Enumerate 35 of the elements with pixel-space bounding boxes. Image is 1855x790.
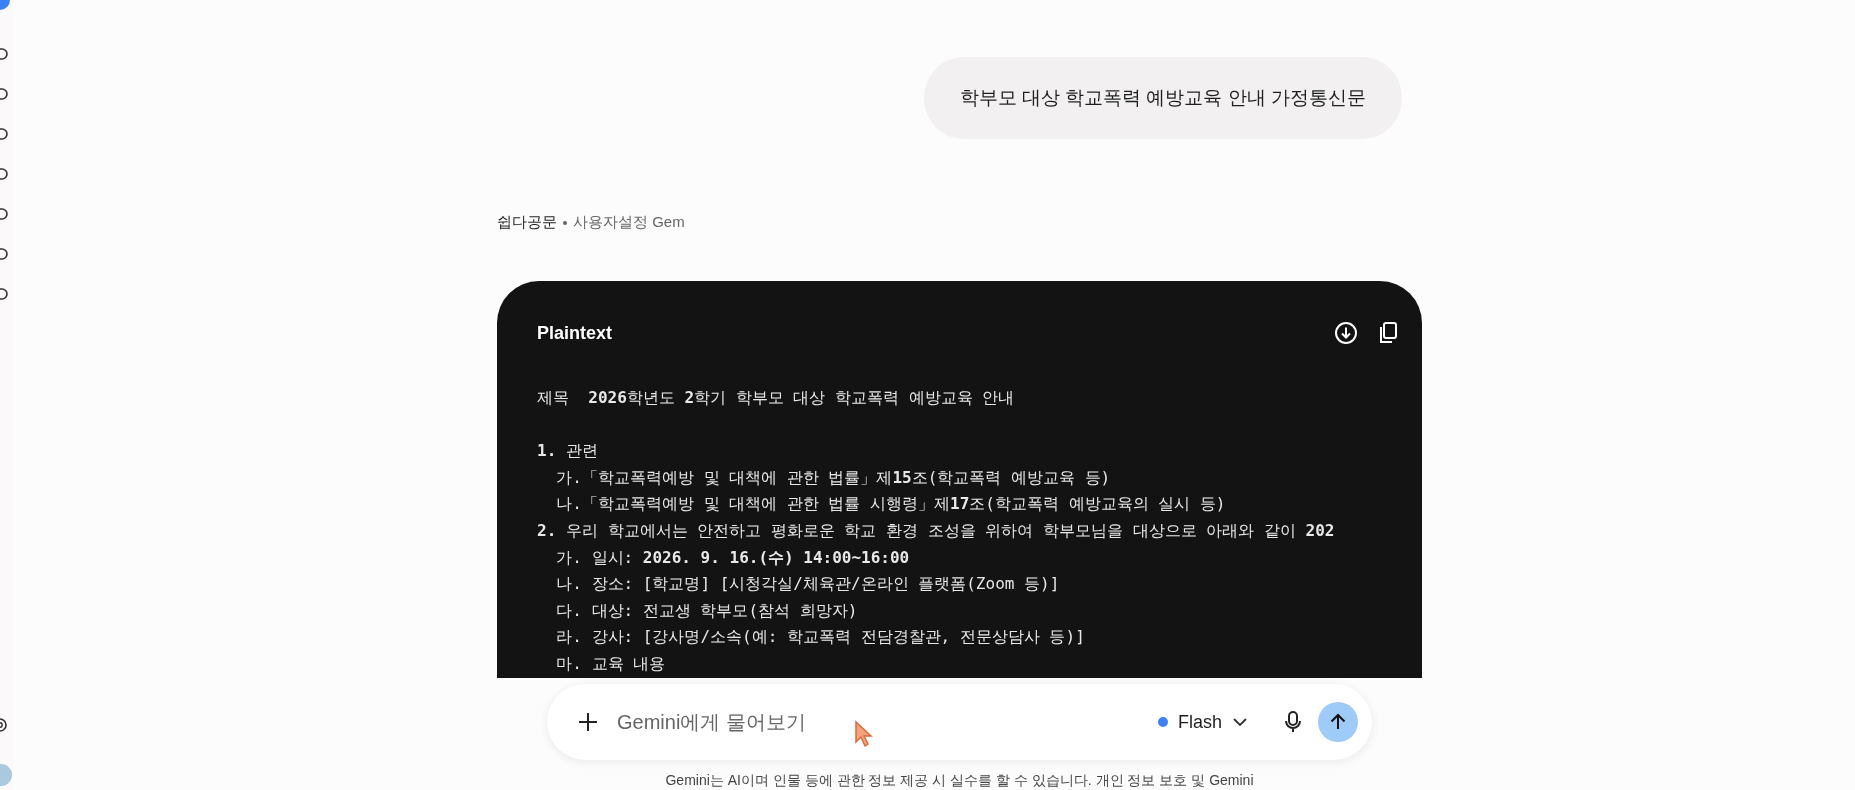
code-line: 2. 우리 학교에서는 안전하고 평화로운 학교 환경 조성을 위하여 학부모님을 대상으로 아래와 같이 202	[537, 519, 1335, 542]
sidebar-icon[interactable]	[0, 246, 10, 262]
plus-icon[interactable]	[577, 711, 599, 733]
download-icon[interactable]	[1334, 321, 1358, 345]
chevron-down-icon[interactable]	[1232, 717, 1248, 727]
sidebar-icon[interactable]	[0, 86, 10, 102]
code-line: 마. 교육 내용	[555, 652, 666, 675]
sidebar-icon[interactable]	[0, 126, 10, 142]
mouse-cursor-icon	[853, 720, 875, 748]
code-line: 1. 관련	[537, 440, 598, 463]
code-line: 다. 대상: 전교생 학부모(참석 희망자)	[555, 599, 858, 622]
settings-icon[interactable]	[0, 716, 10, 734]
code-line: 나. 장소: [학교명] [시청각실/체육관/온라인 플랫폼(Zoom 등)]	[555, 573, 1060, 596]
code-line: 가.「학교폭력예방 및 대책에 관한 법률」제15조(학교폭력 예방교육 등)	[555, 466, 1111, 489]
gem-type: 사용자설정 Gem	[573, 213, 685, 232]
logo-corner-icon	[0, 0, 10, 10]
sidebar-icon[interactable]	[0, 286, 10, 302]
disclaimer-text: Gemini는 AI이며 인물 등에 관한 정보 제공 시 실수를 할 수 있습니다. 개인 정보 보호 및 Gemini	[665, 772, 1254, 790]
gem-name: 쉽다공문	[497, 213, 557, 232]
code-line: 라. 강사: [강사명/소속(예: 학교폭력 전담경찰관, 전문상담사 등)]	[555, 626, 1085, 649]
model-selector[interactable]: Flash	[1158, 711, 1248, 733]
code-language: Plaintext	[537, 322, 613, 344]
code-line: 나.「학교폭력예방 및 대책에 관한 법률 시행령」제17조(학교폭력 예방교육의 실시 등)	[555, 493, 1226, 516]
code-line: 제목 2026학년도 2학기 학부모 대상 학교폭력 예방교육 안내	[537, 387, 1015, 409]
user-message: 학부모 대상 학교폭력 예방교육 안내 가정통신문	[923, 57, 1402, 139]
prompt-input[interactable]: Gemini에게 물어보기 Flash	[547, 684, 1372, 760]
sidebar-icon[interactable]	[0, 46, 10, 62]
arrow-up-icon	[1328, 712, 1348, 732]
sidebar-icon[interactable]	[0, 206, 10, 222]
code-line: 가. 일시: 2026. 9. 16.(수) 14:00~16:00	[555, 546, 910, 569]
copy-icon[interactable]	[1378, 321, 1398, 345]
send-button[interactable]	[1318, 702, 1358, 742]
microphone-icon[interactable]	[1284, 710, 1302, 734]
separator-dot	[563, 220, 567, 225]
sidebar-icon[interactable]	[0, 166, 10, 182]
